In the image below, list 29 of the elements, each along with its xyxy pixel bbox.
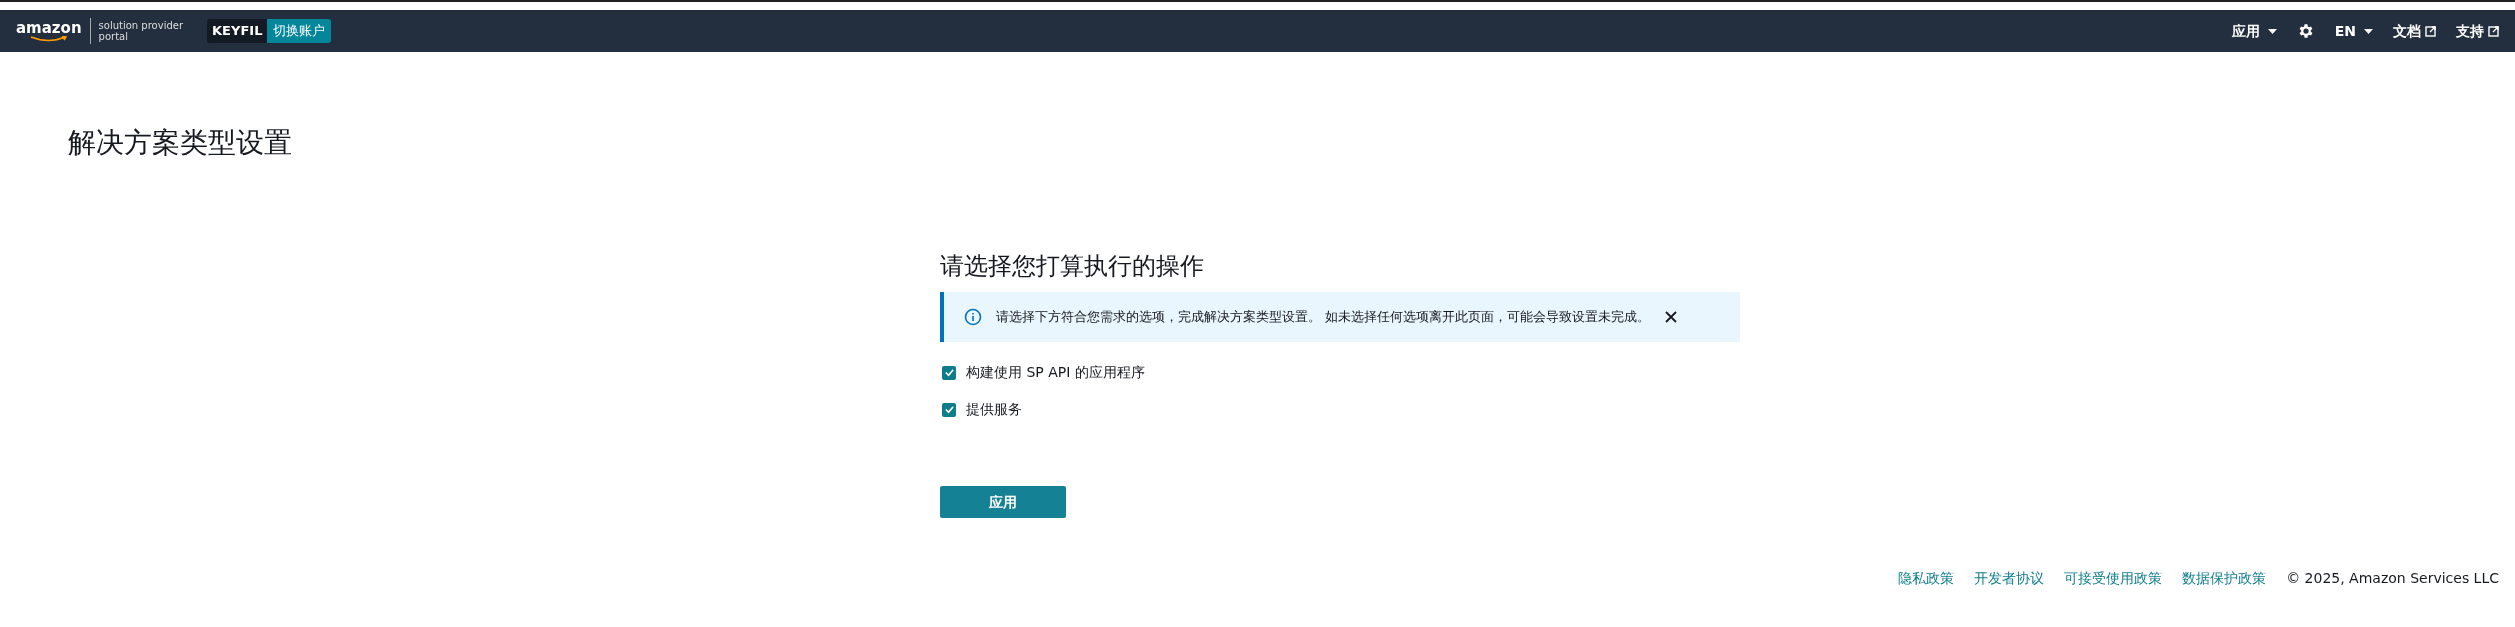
footer-link[interactable]: 数据保护政策 xyxy=(2182,568,2267,589)
external-link[interactable]: 文档 xyxy=(2393,20,2436,42)
alert-message: 请选择下方符合您需求的选项，完成解决方案类型设置。 如未选择任何选项离开此页面，可能会导致设置未完成。 xyxy=(996,308,1651,327)
page-title: 解决方案类型设置 xyxy=(68,125,293,161)
dropdown-menu[interactable]: EN xyxy=(2334,20,2373,42)
section-heading: 请选择您打算执行的操作 xyxy=(940,251,1205,282)
copyright: © 2025, Amazon Services LLC xyxy=(2286,569,2499,588)
checkbox[interactable] xyxy=(942,402,956,417)
dropdown-menu[interactable]: 应用 xyxy=(2231,20,2277,42)
logo-subtitle: solution provider xyxy=(98,20,184,31)
close-button[interactable] xyxy=(1664,310,1679,324)
footer-link[interactable]: 隐私政策 xyxy=(1898,568,1955,589)
account-name: KEYFIL xyxy=(207,19,268,43)
info-icon xyxy=(964,308,982,326)
checkbox-label: 提供服务 xyxy=(966,400,1022,419)
caret-icon xyxy=(2267,28,2277,34)
checkbox[interactable] xyxy=(942,365,956,380)
switch-account-button[interactable]: 切换账户 xyxy=(267,19,332,43)
external-link-icon xyxy=(2488,25,2499,37)
external-link-icon xyxy=(2425,25,2436,37)
apply-button[interactable]: 应用 xyxy=(940,486,1066,518)
footer-link[interactable]: 可接受使用政策 xyxy=(2064,568,2163,589)
logo: amazon xyxy=(16,20,82,42)
external-link[interactable]: 支持 xyxy=(2456,20,2499,42)
caret-icon xyxy=(2364,28,2373,34)
checkbox-label: 构建使用 SP API 的应用程序 xyxy=(966,363,1145,382)
logo-subtitle: portal xyxy=(98,31,129,42)
footer-link[interactable]: 开发者协议 xyxy=(1974,568,2045,589)
smile-arrow-icon xyxy=(28,35,69,42)
